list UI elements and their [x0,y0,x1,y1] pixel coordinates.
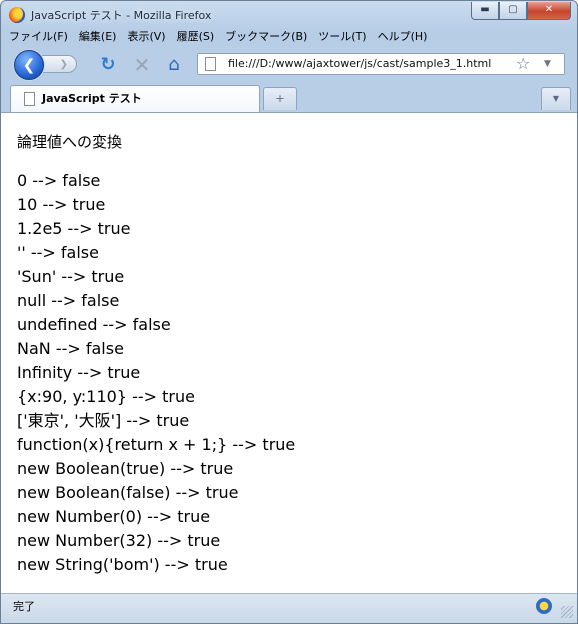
list-item: 'Sun' --> true [17,267,125,286]
tab-page-icon [24,92,35,106]
list-item: new Boolean(true) --> true [17,459,234,478]
navigation-toolbar: ❯ ❮ ↻ ✕ ⌂ file:///D:/www/ajaxtower/js/ca… [1,47,577,81]
menu-bar: ファイル(F) 編集(E) 表示(V) 履歴(S) ブックマーク(B) ツール(… [1,28,577,46]
list-item: function(x){return x + 1;} --> true [17,435,296,454]
menu-tools[interactable]: ツール(T) [318,28,366,46]
title-bar[interactable]: JavaScript テスト - Mozilla Firefox ▬ ▢ ✕ [1,1,577,29]
list-item: null --> false [17,291,120,310]
list-item: 0 --> false [17,171,101,190]
list-item: NaN --> false [17,339,124,358]
list-item: 1.2e5 --> true [17,219,131,238]
forward-button[interactable]: ❯ [39,55,77,73]
page-icon [205,57,216,71]
tab-strip: JavaScript テスト + ▼ [1,83,577,112]
list-item: 10 --> true [17,195,106,214]
list-item: ['東京', '大阪'] --> true [17,411,190,430]
page-content: 論理値への変換 0 --> false 10 --> true 1.2e5 --… [1,112,577,593]
home-icon[interactable]: ⌂ [164,55,184,75]
bookmark-star-icon[interactable]: ☆ [516,54,530,74]
list-item: new Number(0) --> true [17,507,211,526]
result-list: 0 --> false 10 --> true 1.2e5 --> true '… [17,171,295,579]
list-item: '' --> false [17,243,99,262]
minimize-button[interactable]: ▬ [471,2,499,20]
new-tab-button[interactable]: + [263,87,297,110]
menu-edit[interactable]: 編集(E) [79,28,117,46]
back-button[interactable]: ❮ [14,50,44,80]
menu-help[interactable]: ヘルプ(H) [378,28,428,46]
menu-history[interactable]: 履歴(S) [177,28,215,46]
page-heading: 論理値への変換 [17,133,123,151]
status-bar: 完了 [1,593,577,623]
maximize-button[interactable]: ▢ [499,2,527,20]
status-text: 完了 [13,600,35,613]
url-dropdown-icon[interactable]: ▼ [544,54,551,74]
list-item: undefined --> false [17,315,171,334]
list-item: new String('bom') --> true [17,555,228,574]
stop-icon[interactable]: ✕ [132,55,152,75]
tab-javascript-test[interactable]: JavaScript テスト [10,85,260,112]
menu-bookmarks[interactable]: ブックマーク(B) [225,28,307,46]
list-item: new Boolean(false) --> true [17,483,239,502]
menu-view[interactable]: 表示(V) [127,28,165,46]
reload-icon[interactable]: ↻ [98,55,118,75]
close-button[interactable]: ✕ [527,2,571,20]
window-title: JavaScript テスト - Mozilla Firefox [31,9,212,22]
list-item: new Number(32) --> true [17,531,221,550]
addon-status-icon[interactable] [536,598,552,614]
list-item: Infinity --> true [17,363,141,382]
browser-window: JavaScript テスト - Mozilla Firefox ▬ ▢ ✕ フ… [0,0,578,624]
firefox-icon [9,7,25,23]
menu-file[interactable]: ファイル(F) [9,28,68,46]
tab-list-button[interactable]: ▼ [541,87,571,110]
resize-grip[interactable] [561,606,573,618]
tab-label: JavaScript テスト [42,92,142,105]
url-bar[interactable]: file:///D:/www/ajaxtower/js/cast/sample3… [197,53,565,75]
url-input[interactable]: file:///D:/www/ajaxtower/js/cast/sample3… [228,54,518,74]
list-item: {x:90, y:110} --> true [17,387,195,406]
window-controls: ▬ ▢ ✕ [471,2,571,20]
